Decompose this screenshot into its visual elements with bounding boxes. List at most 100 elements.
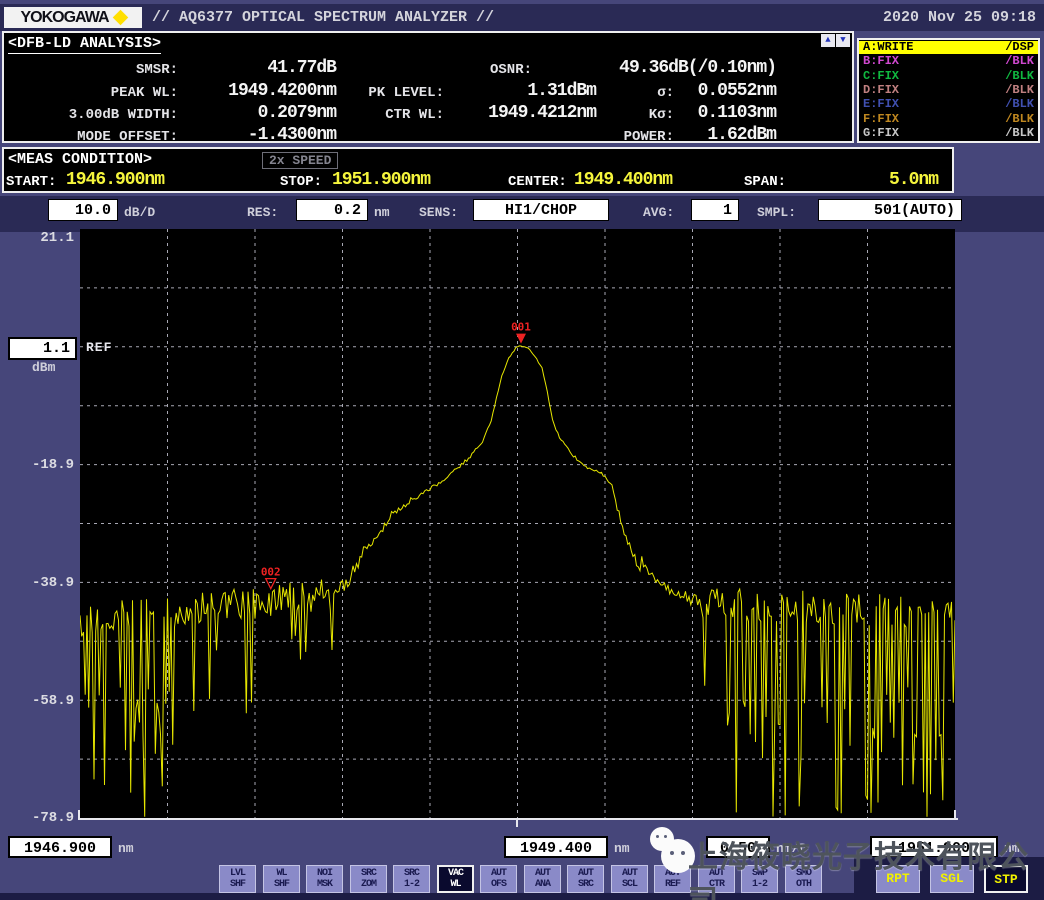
ksigma-value: 0.1103nm (596, 103, 776, 123)
trace-mode: /BLK (1005, 98, 1034, 111)
y-axis-label-1: -18.9 (26, 457, 74, 473)
trace-panel: A:WRITE/DSP B:FIX/BLK C:FIX/BLK D:FIX/BL… (857, 38, 1040, 143)
smpl-field[interactable]: 501(AUTO) (818, 199, 962, 221)
x-axis-tick-right (954, 810, 956, 818)
softkey-aut-src[interactable]: AUTSRC (567, 865, 604, 893)
trace-name: D:FIX (863, 84, 899, 97)
center-wl-unit: nm (614, 841, 630, 856)
trace-mode: /BLK (1005, 70, 1034, 83)
start-wl-unit: nm (118, 841, 134, 856)
softkey-noi-msk[interactable]: NOIMSK (306, 865, 343, 893)
y-axis-label-2: -38.9 (26, 575, 74, 591)
logo-diamond-icon (112, 10, 128, 26)
softkey-label: WL (276, 868, 286, 879)
width-3db-value: 0.2079nm (182, 103, 336, 123)
sens-label: SENS: (419, 205, 458, 220)
smsr-label: SMSR: (6, 62, 178, 78)
softkey-label: OFS (491, 879, 506, 890)
trace-row-g[interactable]: G:FIX/BLK (859, 127, 1038, 140)
trace-mode: /BLK (1005, 55, 1034, 68)
level-scale-unit: dB/D (124, 205, 155, 220)
start-wl-field[interactable]: 1946.900 (8, 836, 112, 858)
spectrum-plot: 001 002 (80, 229, 955, 818)
avg-field[interactable]: 1 (691, 199, 739, 221)
avg-label: AVG: (643, 205, 674, 220)
svg-text:002: 002 (261, 566, 281, 579)
softkey-label: SHF (274, 879, 289, 890)
trace-mode: /BLK (1005, 84, 1034, 97)
x-axis-line (78, 818, 958, 820)
res-unit: nm (374, 205, 390, 220)
softkey-label: AUT (578, 868, 593, 879)
softkey-aut-scl[interactable]: AUTSCL (611, 865, 648, 893)
ctr-wl-label: CTR WL: (340, 107, 444, 123)
softkey-label: SHF (230, 879, 245, 890)
datetime: 2020 Nov 25 09:18 (883, 9, 1036, 26)
trace-row-c[interactable]: C:FIX/BLK (859, 70, 1038, 83)
res-field[interactable]: 0.2 (296, 199, 368, 221)
smpl-label: SMPL: (757, 205, 796, 220)
dfb-analysis-heading: <DFB-LD ANALYSIS> (8, 35, 161, 54)
trace-mode: /DSP (1005, 41, 1034, 54)
power-value: 1.62dBm (596, 125, 776, 145)
stop-value: 1951.900nm (332, 170, 430, 190)
sigma-value: 0.0552nm (596, 81, 776, 101)
spectrum-trace-svg: 001 002 (80, 229, 955, 818)
softkey-vac-wl[interactable]: VACWL (437, 865, 474, 893)
span-label: SPAN: (744, 174, 786, 190)
sens-field[interactable]: HI1/CHOP (473, 199, 609, 221)
osnr-value: 49.36dB(/0.10nm) (560, 58, 776, 78)
trace-row-f[interactable]: F:FIX/BLK (859, 113, 1038, 126)
trace-row-a[interactable]: A:WRITE/DSP (859, 41, 1038, 54)
softkey-label: 1-2 (404, 879, 419, 890)
trace-name: C:FIX (863, 70, 899, 83)
width-3db-label: 3.00dB WIDTH: (6, 107, 178, 123)
stop-label: STOP: (280, 174, 322, 190)
softkey-label: MSK (317, 879, 332, 890)
pk-level-label: PK LEVEL: (340, 85, 444, 101)
control-bar: 10.0 dB/D RES: 0.2 nm SENS: HI1/CHOP AVG… (0, 196, 1044, 232)
speed-badge: 2x SPEED (262, 152, 338, 169)
mode-offset-value: -1.4300nm (182, 125, 336, 145)
title-bar: YOKOGAWA // AQ6377 OPTICAL SPECTRUM ANAL… (0, 4, 1044, 31)
ref-level-field[interactable]: 1.1 (8, 337, 77, 360)
trace-name: E:FIX (863, 98, 899, 111)
osnr-label: OSNR: (436, 62, 532, 78)
softkey-src-zom[interactable]: SRCZOM (350, 865, 387, 893)
softkey-label: AUT (491, 868, 506, 879)
x-axis-tick-left (78, 810, 80, 818)
ref-level-unit: dBm (32, 360, 55, 375)
mode-offset-label: MODE OFFSET: (6, 129, 178, 145)
softkey-aut-ana[interactable]: AUTANA (524, 865, 561, 893)
trace-name: A:WRITE (863, 41, 913, 54)
softkey-label: WL (450, 879, 460, 890)
meas-condition-heading: <MEAS CONDITION> (8, 151, 152, 168)
osa-screen: YOKOGAWA // AQ6377 OPTICAL SPECTRUM ANAL… (0, 0, 1044, 900)
softkey-src-1-2[interactable]: SRC1-2 (393, 865, 430, 893)
softkey-label: AUT (622, 868, 637, 879)
trace-mode: /BLK (1005, 113, 1034, 126)
softkey-label: REF (665, 879, 680, 890)
meas-condition-panel: <MEAS CONDITION> 2x SPEED START: 1946.90… (2, 147, 954, 193)
softkey-aut-ofs[interactable]: AUTOFS (480, 865, 517, 893)
x-axis-tick-center (516, 820, 518, 827)
softkey-label: ZOM (361, 879, 376, 890)
softkey-label: NOI (317, 868, 332, 879)
softkey-label: ANA (535, 879, 550, 890)
softkey-wl-shf[interactable]: WLSHF (263, 865, 300, 893)
watermark-text: 上海筱晓光子技术有限公司 (688, 832, 1044, 900)
softkey-lvl-shf[interactable]: LVLSHF (219, 865, 256, 893)
scroll-up-button[interactable]: ▲ (821, 34, 835, 47)
svg-text:001: 001 (511, 321, 531, 334)
softkey-label: VAC (448, 868, 463, 879)
trace-name: B:FIX (863, 55, 899, 68)
level-scale-field[interactable]: 10.0 (48, 199, 118, 221)
app-title: // AQ6377 OPTICAL SPECTRUM ANALYZER // (152, 9, 494, 26)
trace-row-b[interactable]: B:FIX/BLK (859, 55, 1038, 68)
trace-name: F:FIX (863, 113, 899, 126)
center-wl-field[interactable]: 1949.400 (504, 836, 608, 858)
center-value: 1949.400nm (574, 170, 672, 190)
scroll-down-button[interactable]: ▼ (836, 34, 850, 47)
trace-row-d[interactable]: D:FIX/BLK (859, 84, 1038, 97)
trace-row-e[interactable]: E:FIX/BLK (859, 98, 1038, 111)
